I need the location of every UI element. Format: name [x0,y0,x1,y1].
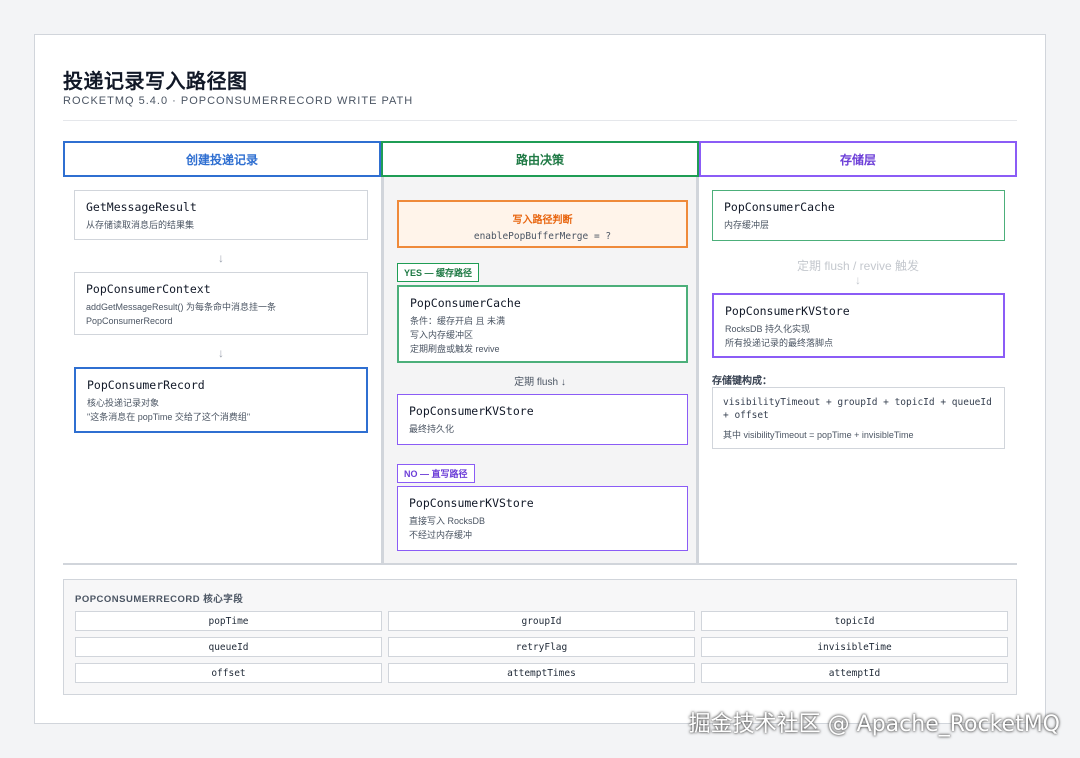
card-desc: 条件：缓存开启 且 未满 写入内存缓冲区 定期刷盘或触发 revive [410,316,506,354]
column-route: 写入路径判断 enablePopBufferMerge = ? YES — 缓存… [381,177,699,563]
card-title: PopConsumerRecord [87,378,205,392]
field-cell: retryFlag [388,637,695,657]
card-desc: RocksDB 持久化实现 所有投递记录的最终落脚点 [725,324,834,348]
field-cell: queueId [75,637,382,657]
column-create: GetMessageResult 从存储读取消息后的结果集 ↓ PopConsu… [63,177,381,563]
card-title: PopConsumerCache [410,296,521,310]
down-arrow-icon: ↓ [855,273,861,287]
card-desc: 内存缓冲层 [724,220,770,230]
card-route-kvstore-yes: PopConsumerKVStore 最终持久化 [397,394,688,445]
field-cell: offset [75,663,382,683]
card-storage-kvstore: PopConsumerKVStore RocksDB 持久化实现 所有投递记录的… [712,293,1005,358]
header-divider [63,120,1017,121]
card-title: PopConsumerContext [86,282,211,296]
storage-key-note: 其中 visibilityTimeout = popTime + invisib… [723,430,914,440]
down-arrow-icon: ↓ [218,346,224,360]
card-desc: 核心投递记录对象 "这条消息在 popTime 交给了这个消费组" [87,398,251,422]
card-title: PopConsumerKVStore [409,496,534,510]
field-cell: groupId [388,611,695,631]
column-header-route: 路由决策 [381,141,699,177]
card-title: PopConsumerCache [724,200,835,214]
decision-box: 写入路径判断 enablePopBufferMerge = ? [397,200,688,248]
core-fields-title: POPCONSUMERRECORD 核心字段 [75,594,244,605]
card-title: GetMessageResult [86,200,197,214]
field-cell: attemptTimes [388,663,695,683]
card-storage-cache: PopConsumerCache 内存缓冲层 [712,190,1005,241]
diagram-frame: 投递记录写入路径图 ROCKETMQ 5.4.0 · POPCONSUMERRE… [34,34,1046,724]
field-cell: popTime [75,611,382,631]
field-cell: topicId [701,611,1008,631]
card-route-cache: PopConsumerCache 条件：缓存开启 且 未满 写入内存缓冲区 定期… [397,285,688,363]
page-title: 投递记录写入路径图 [63,71,248,93]
card-pop-consumer-record: PopConsumerRecord 核心投递记录对象 "这条消息在 popTim… [74,367,368,433]
down-arrow-icon: ↓ [218,251,224,265]
card-desc: 从存储读取消息后的结果集 [86,220,195,230]
card-title: PopConsumerKVStore [409,404,534,418]
card-get-message-result: GetMessageResult 从存储读取消息后的结果集 [74,190,368,240]
card-storage-key: visibilityTimeout + groupId + topicId + … [712,387,1005,449]
no-path-tag: NO — 直写路径 [397,464,475,483]
card-desc: 直接写入 RocksDB 不经过内存缓冲 [409,516,486,540]
field-cell: invisibleTime [701,637,1008,657]
card-title: PopConsumerKVStore [725,304,850,318]
core-fields-panel: POPCONSUMERRECORD 核心字段 popTime groupId t… [63,579,1017,695]
trigger-note: 定期 flush / revive 触发 [796,259,920,273]
card-desc: 最终持久化 [409,424,455,434]
decision-title: 写入路径判断 [512,215,573,226]
yes-path-tag: YES — 缓存路径 [397,263,480,282]
flush-note: 定期 flush ↓ [514,377,566,388]
card-route-kvstore-no: PopConsumerKVStore 直接写入 RocksDB 不经过内存缓冲 [397,486,688,551]
column-storage: PopConsumerCache 内存缓冲层 定期 flush / revive… [699,177,1017,563]
storage-key-label: 存储键构成： [712,376,772,387]
page-subtitle: ROCKETMQ 5.4.0 · POPCONSUMERRECORD WRITE… [63,95,414,107]
storage-key-expression: visibilityTimeout + groupId + topicId + … [723,397,992,421]
columns-baseline [63,563,1017,565]
card-pop-consumer-context: PopConsumerContext addGetMessageResult()… [74,272,368,335]
field-cell: attemptId [701,663,1008,683]
card-desc: addGetMessageResult() 为每条命中消息挂一条 PopCons… [86,302,277,326]
decision-condition: enablePopBufferMerge = ? [473,231,612,242]
watermark: 掘金技术社区 @ Apache_RocketMQ [688,712,1060,737]
column-header-create: 创建投递记录 [63,141,381,177]
column-header-storage: 存储层 [699,141,1017,177]
